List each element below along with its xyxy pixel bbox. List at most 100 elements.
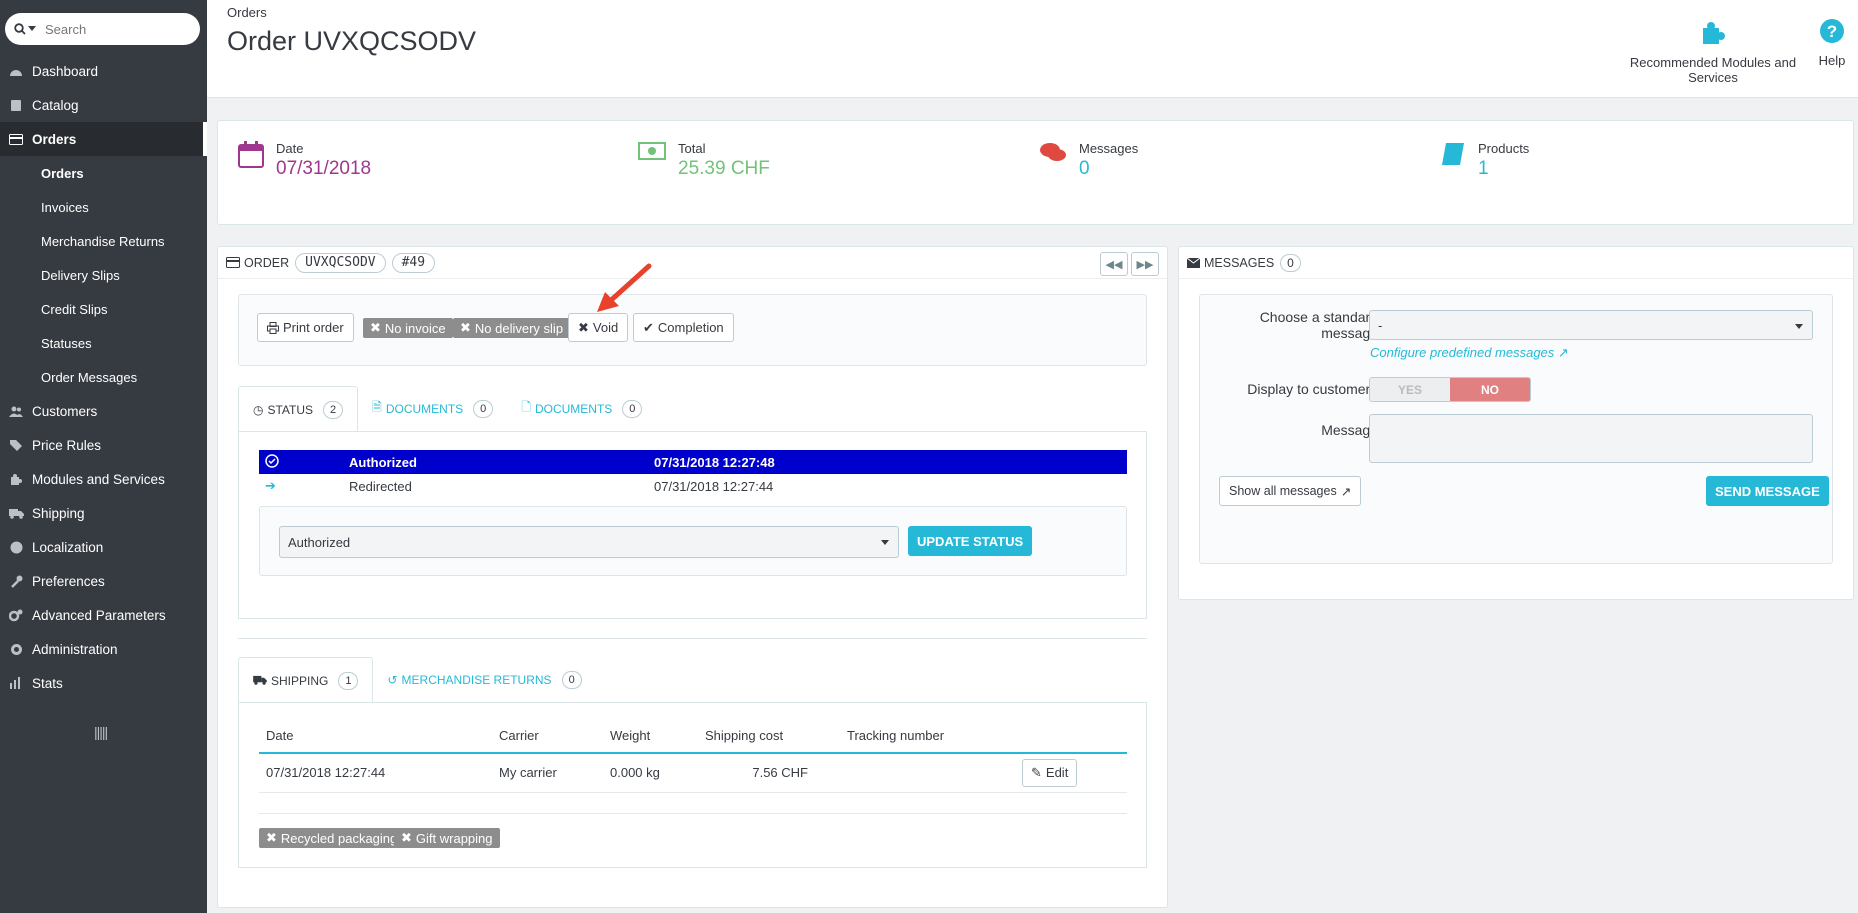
edit-shipping-button[interactable]: ✎ Edit: [1022, 758, 1078, 787]
cell-carrier: My carrier: [492, 753, 603, 793]
breadcrumb[interactable]: Orders: [227, 5, 267, 20]
sidebar-subitem-credit-slips[interactable]: Credit Slips: [0, 292, 207, 326]
tab-count: 0: [622, 399, 643, 418]
kpi-messages: Messages 0: [1039, 141, 1138, 180]
kpi-value: 1: [1478, 158, 1489, 179]
order-number-badge: #49: [391, 252, 436, 273]
message-textarea[interactable]: [1369, 414, 1813, 463]
tab-count: 0: [561, 670, 582, 689]
sidebar-item-shipping[interactable]: Shipping: [0, 496, 207, 530]
sidebar-item-label: Localization: [32, 539, 104, 555]
table-header-row: Date Carrier Weight Shipping cost Tracki…: [259, 718, 1127, 754]
order-heading-label: ORDER: [244, 255, 290, 270]
sidebar-item-modules[interactable]: Modules and Services: [0, 462, 207, 496]
sidebar-subitem-invoices[interactable]: Invoices: [0, 190, 207, 224]
completion-button[interactable]: ✔ Completion: [633, 313, 734, 342]
tab-shipping[interactable]: SHIPPING 1: [238, 657, 374, 703]
sidebar-item-advanced-parameters[interactable]: Advanced Parameters: [0, 598, 207, 632]
message-label: Message: [1321, 422, 1378, 438]
completion-label: Completion: [657, 320, 724, 335]
status-select-value: Authorized: [288, 534, 351, 550]
next-order-icon[interactable]: ▶▶: [1131, 252, 1159, 276]
update-status-well: Authorized UPDATE STATUS: [259, 506, 1127, 576]
sidebar-subitem-statuses[interactable]: Statuses: [0, 326, 207, 360]
column-header: Shipping cost: [698, 718, 840, 754]
sidebar-item-localization[interactable]: Localization: [0, 530, 207, 564]
recommended-modules-button[interactable]: Recommended Modules and Services: [1608, 18, 1818, 85]
help-button[interactable]: ? Help: [1812, 18, 1852, 68]
sidebar-item-price-rules[interactable]: Price Rules: [0, 428, 207, 462]
sidebar-item-administration[interactable]: Administration: [0, 632, 207, 666]
sidebar-item-preferences[interactable]: Preferences: [0, 564, 207, 598]
toggle-yes[interactable]: YES: [1370, 378, 1450, 401]
kpi-total: Total 25.39 CHF: [638, 141, 770, 180]
main-nav: Dashboard Catalog Orders Orders Invoices…: [0, 54, 207, 700]
sidebar-subitem-order-messages[interactable]: Order Messages: [0, 360, 207, 394]
kpi-label: Date: [276, 141, 304, 156]
void-label: Void: [592, 320, 619, 335]
previous-order-icon[interactable]: ◀◀: [1100, 252, 1128, 276]
search-input[interactable]: Search: [45, 22, 86, 37]
sidebar-item-dashboard[interactable]: Dashboard: [0, 54, 207, 88]
display-to-customer-toggle[interactable]: YES NO: [1369, 377, 1531, 402]
void-button[interactable]: ✖ Void: [568, 313, 629, 342]
kpi-label: Products: [1478, 141, 1530, 156]
sidebar-subitem-merchandise-returns[interactable]: Merchandise Returns: [0, 224, 207, 258]
puzzle-icon: [0, 473, 32, 486]
pencil-icon: ✎: [1031, 764, 1042, 780]
configure-messages-link[interactable]: Configure predefined messages ↗: [1370, 345, 1569, 361]
sidebar-subitem-delivery-slips[interactable]: Delivery Slips: [0, 258, 207, 292]
truck-icon: [0, 508, 32, 519]
tab-documents[interactable]: 🗎 DOCUMENTS 0: [358, 386, 507, 431]
tab-documents-2[interactable]: 🗋 DOCUMENTS 0: [507, 386, 656, 431]
message-form: Choose a standard message - Configure pr…: [1199, 294, 1833, 564]
kpi-value: 25.39 CHF: [678, 158, 770, 179]
print-order-label: Print order: [283, 320, 344, 335]
book-icon: [1442, 143, 1464, 165]
sidebar-item-orders[interactable]: Orders: [0, 122, 207, 156]
tab-count: 2: [323, 400, 344, 419]
sidebar-item-stats[interactable]: Stats: [0, 666, 207, 700]
standard-message-select[interactable]: -: [1369, 310, 1813, 340]
send-message-button[interactable]: SEND MESSAGE: [1706, 476, 1829, 506]
external-link-icon: ↗: [1557, 345, 1569, 360]
tab-count: 0: [473, 399, 494, 418]
no-invoice-badge: ✖ No invoice: [363, 318, 453, 338]
sidebar-item-customers[interactable]: Customers: [0, 394, 207, 428]
choose-message-label-line1: Choose a standard: [1259, 309, 1378, 325]
times-icon: ✖: [578, 319, 589, 335]
status-select[interactable]: Authorized: [279, 526, 899, 558]
check-circle-icon: [259, 453, 349, 471]
tab-label: DOCUMENTS: [385, 401, 464, 416]
file-icon: 🗎: [372, 400, 382, 414]
sidebar-item-label: Orders: [32, 131, 77, 147]
tab-status[interactable]: ◷ STATUS 2: [238, 386, 359, 432]
envelope-icon: [1187, 257, 1200, 268]
cell-tracking: [840, 753, 1015, 793]
messages-panel: MESSAGES 0 Choose a standard message - C…: [1178, 246, 1854, 600]
collapse-menu-icon[interactable]: |||||: [94, 724, 108, 740]
times-icon: ✖: [370, 320, 381, 335]
toggle-no[interactable]: NO: [1450, 378, 1530, 401]
search-icon[interactable]: [5, 23, 45, 35]
tab-merchandise-returns[interactable]: ↺ MERCHANDISE RETURNS 0: [373, 657, 595, 702]
history-row: Authorized 07/31/2018 12:27:48: [259, 450, 1127, 474]
kpi-date: Date 07/31/2018: [238, 141, 371, 180]
globe-icon: [0, 541, 32, 554]
history-row: ➔ Redirected 07/31/2018 12:27:44: [259, 474, 1127, 498]
sidebar-subitem-orders[interactable]: Orders: [0, 156, 207, 190]
file-text-icon: 🗋: [521, 400, 531, 414]
print-order-button[interactable]: Print order: [257, 313, 354, 342]
tags-icon: [0, 439, 32, 451]
clock-icon: ◷: [253, 402, 264, 417]
update-status-button[interactable]: UPDATE STATUS: [908, 526, 1033, 556]
chevron-down-icon: [28, 26, 36, 31]
messages-heading-label: MESSAGES: [1204, 255, 1275, 270]
tab-label: MERCHANDISE RETURNS: [401, 672, 552, 687]
show-all-messages-button[interactable]: Show all messages ↗: [1219, 476, 1362, 506]
history-status: Authorized: [349, 454, 417, 470]
money-icon: [638, 142, 666, 160]
no-delivery-label: No delivery slip: [474, 320, 564, 336]
search-bar[interactable]: Search: [5, 13, 200, 45]
sidebar-item-catalog[interactable]: Catalog: [0, 88, 207, 122]
